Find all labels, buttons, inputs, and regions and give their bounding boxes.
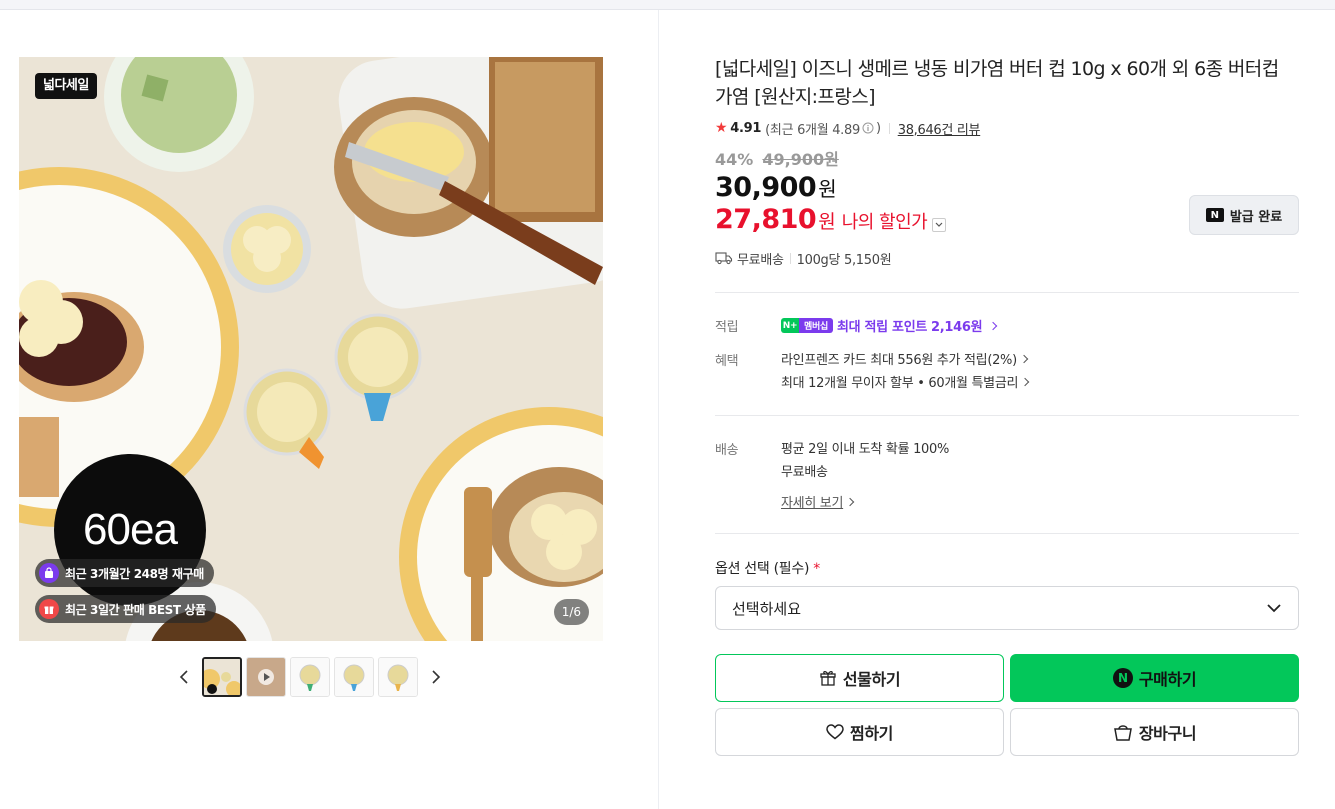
my-price: 27,810 (715, 204, 817, 235)
thumbnail-4[interactable] (334, 657, 374, 697)
coupon-button[interactable]: N 발급 완료 (1189, 195, 1299, 235)
points-link[interactable]: N+ 멤버십 최대 적립 포인트 2,146원 (781, 316, 1299, 335)
gift-icon (820, 671, 836, 686)
thumbnail-2-video[interactable] (246, 657, 286, 697)
wish-button[interactable]: 찜하기 (715, 708, 1004, 756)
divider (715, 533, 1299, 534)
option-section: 옵션 선택 (필수) * 선택하세요 (715, 558, 1299, 630)
gift-button[interactable]: 선물하기 (715, 654, 1004, 702)
chevron-right-icon (1020, 377, 1030, 386)
chevron-down-icon (1267, 604, 1281, 613)
shipping-text: 무료배송 (737, 252, 784, 268)
sale-price: 30,900 (715, 172, 817, 203)
delivery-label: 배송 (715, 443, 739, 458)
repurchase-text: 최근 3개월간 248명 재구매 (65, 566, 204, 581)
recent-rating: (최근 6개월 4.89 (765, 122, 860, 138)
chevron-right-icon (1019, 354, 1029, 363)
image-page-counter: 1/6 (553, 599, 589, 625)
thumbnail-3[interactable] (290, 657, 330, 697)
top-bar (0, 0, 1335, 10)
divider (888, 122, 890, 134)
prev-thumbnail-button[interactable] (170, 657, 198, 697)
cart-button[interactable]: 장바구니 (1010, 708, 1299, 756)
points-label: 적립 (715, 320, 739, 335)
primary-actions: 선물하기 N 구매하기 (715, 654, 1299, 702)
chevron-right-icon (432, 670, 441, 684)
delivery-section: 배송 평균 2일 이내 도착 확률 100% 무료배송 자세히 보기 (715, 436, 1299, 513)
main-product-image[interactable]: 넓다세일 60ea 최근 3개월간 248명 재구매 최근 3일간 판매 BES… (19, 57, 603, 641)
points-section: 적립 N+ 멤버십 최대 적립 포인트 2,146원 (715, 316, 1299, 335)
divider (715, 415, 1299, 416)
gift-box-icon (39, 599, 59, 619)
discount-row: 44% 49,900원 (715, 146, 1299, 169)
delivery-detail-link[interactable]: 자세히 보기 (781, 490, 1299, 513)
naver-plus-icon: N+ (781, 318, 799, 333)
star-icon: ★ (715, 120, 728, 136)
naver-plus-badge: N+ 멤버십 (781, 318, 833, 333)
product-info: [넓다세일] 이즈니 생메르 냉동 비가염 버터 컵 10g x 60개 외 6… (715, 55, 1299, 756)
divider (789, 252, 791, 264)
thumbnail-strip (170, 656, 450, 698)
required-mark: * (813, 561, 820, 577)
best-text: 최근 3일간 판매 BEST 상품 (65, 602, 206, 617)
shopping-bag-icon (1113, 725, 1132, 741)
benefit-card-link[interactable]: 라인프렌즈 카드 최대 556원 추가 적립(2%) (781, 347, 1299, 370)
divider (715, 292, 1299, 293)
chevron-right-icon (845, 497, 855, 506)
benefit-installment-link[interactable]: 최대 12개월 무이자 할부 • 60개월 특별금리 (781, 370, 1299, 393)
my-price-won: 원 (818, 211, 836, 233)
my-price-label: 나의 할인가 (841, 212, 928, 233)
heart-icon (826, 724, 844, 740)
benefit-label: 혜택 (715, 354, 739, 369)
bag-icon (39, 563, 59, 583)
discount-rate: 44% (715, 150, 754, 169)
naver-pay-icon: N (1112, 668, 1133, 688)
sale-price-won: 원 (818, 177, 837, 201)
best-pill: 최근 3일간 판매 BEST 상품 (35, 595, 216, 623)
info-icon[interactable] (862, 122, 874, 134)
recent-rating-close: ) (875, 120, 881, 136)
repurchase-pill: 최근 3개월간 248명 재구매 (35, 559, 214, 587)
points-value: 2,146원 (931, 320, 983, 335)
chevron-left-icon (179, 670, 188, 684)
chevron-down-icon (935, 222, 943, 227)
shipping-row: 무료배송 100g당 5,150원 (715, 248, 1299, 268)
chevron-right-icon (989, 321, 998, 330)
wish-button-label: 찜하기 (850, 724, 893, 743)
points-text: 최대 적립 포인트 (836, 320, 928, 335)
original-price: 49,900원 (762, 150, 839, 169)
benefit-section: 혜택 라인프렌즈 카드 최대 556원 추가 적립(2%) 최대 12개월 무이… (715, 347, 1299, 393)
product-title: [넓다세일] 이즈니 생메르 냉동 비가염 버터 컵 10g x 60개 외 6… (715, 58, 1279, 108)
coupon-button-label: 발급 완료 (1229, 209, 1283, 225)
sale-badge: 넓다세일 (35, 73, 97, 99)
next-thumbnail-button[interactable] (422, 657, 450, 697)
rating-row: ★ 4.91 (최근 6개월 4.89 ) 38,646건 리뷰 (715, 118, 1299, 138)
truck-icon (715, 252, 733, 265)
review-count-link[interactable]: 38,646건 리뷰 (898, 119, 981, 138)
cart-button-label: 장바구니 (1138, 724, 1197, 743)
option-select-value: 선택하세요 (732, 599, 802, 618)
thumbnail-5[interactable] (378, 657, 418, 697)
buy-button-label: 구매하기 (1138, 670, 1197, 689)
secondary-actions: 찜하기 장바구니 (715, 708, 1299, 756)
my-price-expand-button[interactable] (932, 218, 947, 232)
unit-price: 100g당 5,150원 (796, 252, 892, 268)
rating-score: 4.91 (730, 120, 762, 136)
column-divider (658, 10, 659, 809)
naver-logo-icon: N (1205, 208, 1224, 222)
delivery-eta: 평균 2일 이내 도착 확률 100% (781, 442, 950, 457)
thumbnail-1[interactable] (202, 657, 242, 697)
option-select[interactable]: 선택하세요 (715, 586, 1299, 630)
option-label: 옵션 선택 (필수) * (715, 561, 820, 577)
gift-button-label: 선물하기 (842, 670, 901, 689)
delivery-free: 무료배송 (781, 465, 828, 480)
buy-button[interactable]: N 구매하기 (1010, 654, 1299, 702)
